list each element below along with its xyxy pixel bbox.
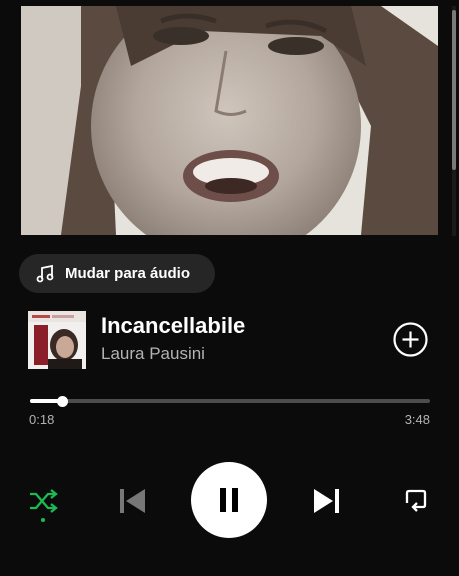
pause-icon: [217, 487, 241, 513]
pause-button[interactable]: [191, 462, 267, 538]
track-title[interactable]: Incancellabile: [101, 313, 245, 339]
add-to-library-button[interactable]: [392, 321, 429, 358]
shuffle-active-indicator: [41, 518, 45, 522]
scrollbar-thumb[interactable]: [452, 10, 456, 170]
previous-button[interactable]: [118, 487, 146, 520]
album-cover[interactable]: [28, 311, 86, 369]
skip-next-icon: [313, 489, 341, 519]
progress-handle[interactable]: [56, 396, 68, 407]
artist-name[interactable]: Laura Pausini: [101, 344, 205, 364]
repeat-button[interactable]: [402, 488, 430, 519]
total-duration: 3:48: [404, 412, 430, 427]
video-frame-image: [21, 6, 438, 235]
repeat-icon: [402, 489, 430, 518]
switch-to-audio-label: Mudar para áudio: [65, 265, 191, 282]
music-note-icon: [36, 264, 56, 284]
skip-previous-icon: [118, 489, 146, 519]
switch-to-audio-button[interactable]: Mudar para áudio: [19, 254, 215, 293]
shuffle-button[interactable]: [28, 487, 58, 520]
video-player[interactable]: [21, 6, 438, 235]
elapsed-time: 0:18: [29, 412, 55, 427]
plus-circle-icon: [392, 322, 429, 362]
progress-bar[interactable]: [30, 396, 430, 407]
next-button[interactable]: [313, 487, 341, 520]
shuffle-icon: [28, 489, 58, 519]
